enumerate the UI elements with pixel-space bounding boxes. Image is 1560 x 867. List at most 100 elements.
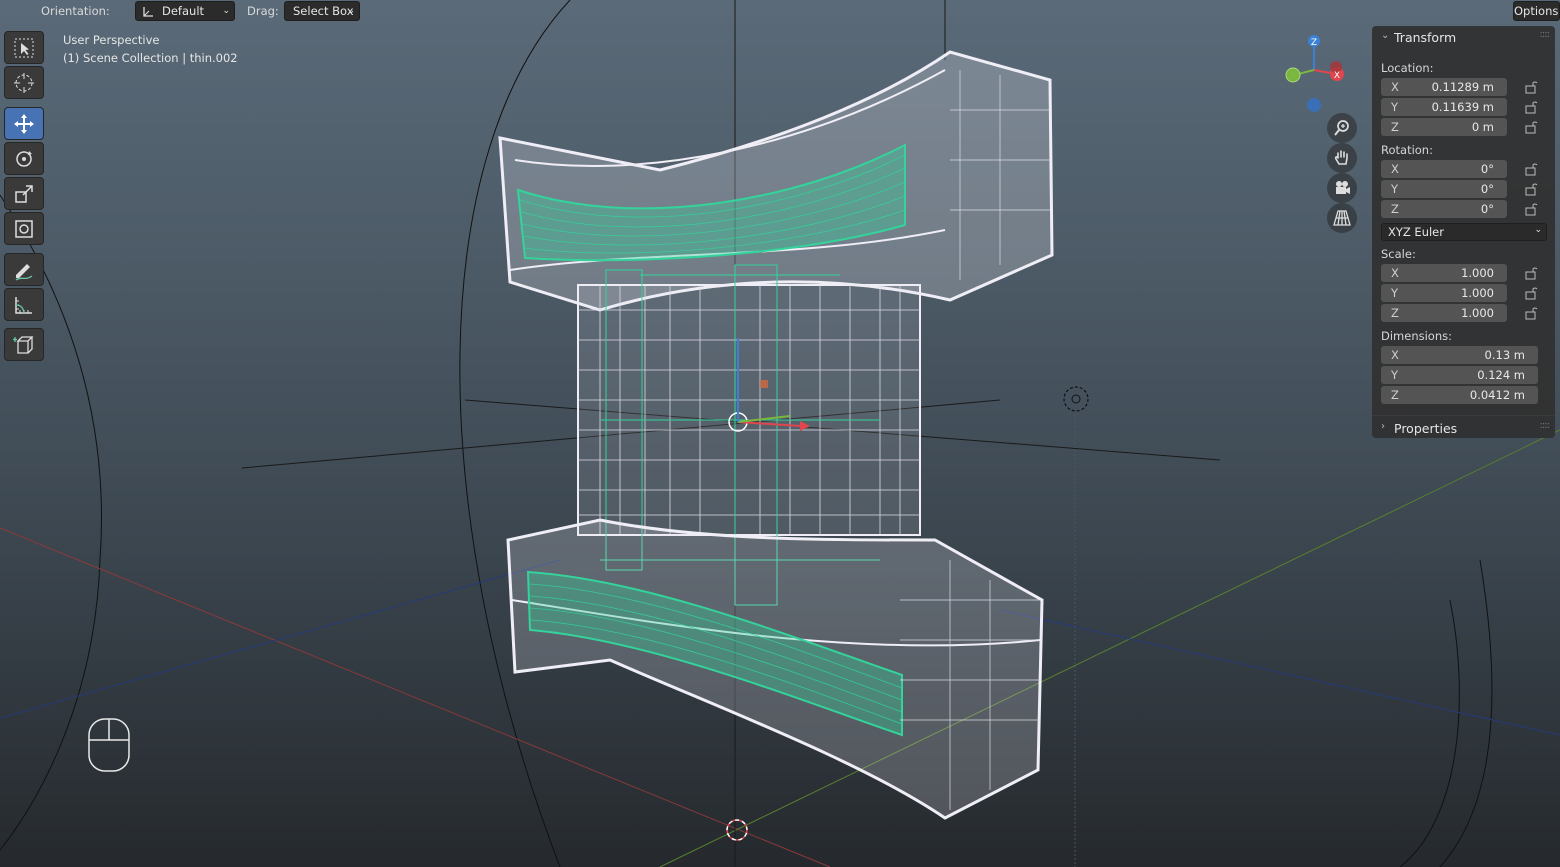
field-value: 0.11639 m <box>1431 100 1494 114</box>
axis-label: X <box>1391 266 1399 280</box>
chevron-down-icon: ⌄ <box>1534 225 1542 235</box>
cube-add-icon <box>13 335 34 354</box>
transform-icon <box>15 219 33 238</box>
chevron-down-icon: ⌄ <box>222 6 230 16</box>
rotate-tool[interactable] <box>4 142 44 175</box>
cursor-tool[interactable] <box>4 66 44 99</box>
mesh-object-thin-002[interactable] <box>498 50 1054 820</box>
transform-panel-header[interactable]: ⌄ Transform :::: <box>1372 26 1555 50</box>
dimensions-x-field[interactable]: X 0.13 m <box>1381 346 1538 364</box>
location-x-field[interactable]: X 0.11289 m <box>1381 78 1507 96</box>
gizmo-x-label: X <box>1334 71 1340 81</box>
grid-perspective-icon <box>1333 210 1351 226</box>
rotation-mode-value: XYZ Euler <box>1388 225 1444 239</box>
select-box-tool[interactable] <box>4 31 44 64</box>
gizmo-neg-z-ball[interactable] <box>1307 98 1321 112</box>
viewport-header: Orientation: Default ⌄ Drag: Select Box … <box>0 0 1560 24</box>
properties-title: Properties <box>1394 421 1458 436</box>
axis-label: X <box>1391 162 1399 176</box>
ruler-icon <box>15 296 32 314</box>
rotation-label: Rotation: <box>1381 143 1433 157</box>
move-tool[interactable] <box>4 107 44 140</box>
lock-icon[interactable] <box>1524 120 1538 134</box>
chevron-down-icon: ⌄ <box>347 6 355 16</box>
perspective-toggle-button[interactable] <box>1327 203 1357 233</box>
lock-icon[interactable] <box>1524 100 1538 114</box>
camera-icon <box>1336 181 1350 194</box>
hand-pan-icon <box>1334 150 1348 165</box>
add-cube-tool[interactable] <box>4 328 44 361</box>
sidebar-n-panel: ⌄ Transform :::: Location: X 0.11289 m Y0… <box>1372 26 1555 438</box>
drag-label: Drag: <box>247 4 279 18</box>
axis-label: Z <box>1391 202 1399 216</box>
lock-icon[interactable] <box>1524 266 1538 280</box>
rotate-icon <box>16 150 32 167</box>
annotate-tool[interactable] <box>4 253 44 286</box>
orientation-label: Orientation: <box>41 4 110 18</box>
axis-label: Y <box>1391 286 1399 300</box>
field-value: 0.13 m <box>1484 348 1525 362</box>
axis-label: Z <box>1391 388 1399 402</box>
options-button[interactable]: Options <box>1513 1 1560 21</box>
lock-icon[interactable] <box>1524 202 1538 216</box>
light-object-icon[interactable] <box>1063 386 1089 412</box>
properties-panel-header[interactable]: › Properties :::: <box>1372 417 1555 441</box>
field-value: 0° <box>1480 182 1494 196</box>
navigation-gizmo[interactable]: Z X <box>1278 30 1350 116</box>
rotation-mode-dropdown[interactable]: XYZ Euler ⌄ <box>1381 223 1547 241</box>
orientation-dropdown[interactable]: Default ⌄ <box>135 1 235 21</box>
rotation-z-field[interactable]: Z 0° <box>1381 200 1507 218</box>
viewport-info: User Perspective (1) Scene Collection | … <box>63 31 238 67</box>
field-value: 0.124 m <box>1477 368 1525 382</box>
scale-x-field[interactable]: X 1.000 <box>1381 264 1507 282</box>
lock-icon[interactable] <box>1524 162 1538 176</box>
axis-label: X <box>1391 80 1399 94</box>
field-value: 1.000 <box>1461 306 1494 320</box>
3d-cursor-icon <box>14 72 34 93</box>
axis-label: Z <box>1391 306 1399 320</box>
scale-y-field[interactable]: Y 1.000 <box>1381 284 1507 302</box>
scale-tool[interactable] <box>4 177 44 210</box>
view-name: User Perspective <box>63 33 160 47</box>
scale-z-field[interactable]: Z 1.000 <box>1381 304 1507 322</box>
mouse-icon <box>88 718 130 772</box>
scale-label: Scale: <box>1381 247 1416 261</box>
drag-dropdown[interactable]: Select Box ⌄ <box>284 1 360 21</box>
pencil-icon <box>15 263 33 281</box>
rotation-x-field[interactable]: X 0° <box>1381 160 1507 178</box>
field-value: 0.11289 m <box>1431 80 1494 94</box>
field-value: 0 m <box>1471 120 1494 134</box>
lock-icon[interactable] <box>1524 286 1538 300</box>
rotation-y-field[interactable]: Y 0° <box>1381 180 1507 198</box>
axis-label: Y <box>1391 182 1399 196</box>
location-y-field[interactable]: Y 0.11639 m <box>1381 98 1507 116</box>
cursor-box-icon <box>14 38 34 57</box>
lock-icon[interactable] <box>1524 306 1538 320</box>
chevron-right-icon: › <box>1381 421 1385 432</box>
lock-icon[interactable] <box>1524 182 1538 196</box>
axis-label: Y <box>1391 368 1399 382</box>
dimensions-y-field[interactable]: Y 0.124 m <box>1381 366 1538 384</box>
transform-tool[interactable] <box>4 212 44 245</box>
location-label: Location: <box>1381 61 1434 75</box>
axis-label: Z <box>1391 120 1399 134</box>
zoom-button[interactable] <box>1327 113 1357 143</box>
drag-grip-icon[interactable]: :::: <box>1540 420 1551 431</box>
lock-icon[interactable] <box>1524 80 1538 94</box>
chevron-down-icon: ⌄ <box>1381 30 1390 41</box>
pan-button[interactable] <box>1327 143 1357 173</box>
move-arrows-icon <box>14 113 34 134</box>
dimensions-label: Dimensions: <box>1381 329 1452 343</box>
drag-value: Select Box <box>293 4 354 18</box>
dimensions-z-field[interactable]: Z 0.0412 m <box>1381 386 1538 404</box>
viewport-canvas[interactable] <box>0 0 1560 867</box>
panel-divider <box>1372 415 1555 416</box>
location-z-field[interactable]: Z 0 m <box>1381 118 1507 136</box>
axis-label: Y <box>1391 100 1399 114</box>
gizmo-y-ball[interactable] <box>1285 67 1301 83</box>
drag-grip-icon[interactable]: :::: <box>1540 29 1551 40</box>
measure-tool[interactable] <box>4 288 44 321</box>
axis-label: X <box>1391 348 1399 362</box>
gizmo-z-label: Z <box>1311 38 1317 48</box>
camera-view-button[interactable] <box>1327 173 1357 203</box>
